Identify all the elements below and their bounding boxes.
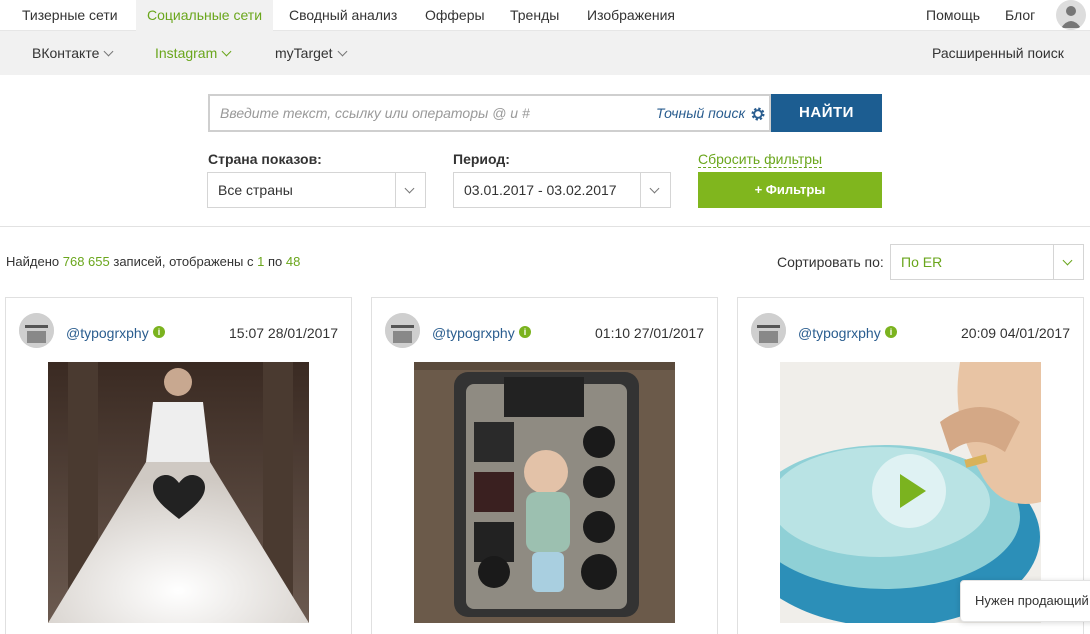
gear-icon[interactable] [750,106,766,122]
play-button[interactable] [872,454,946,528]
user-avatar[interactable] [751,313,786,348]
subnav-vkontakte-label: ВКонтакте [32,45,100,61]
username-link[interactable]: @typogrxphy [66,325,149,341]
nav-offers[interactable]: Офферы [414,0,496,31]
profile-image-icon [751,313,786,348]
exact-search-toggle[interactable]: Точный поиск [656,96,745,130]
reset-filters-link[interactable]: Сбросить фильтры [698,151,823,168]
nav-trends[interactable]: Тренды [499,0,570,31]
nav-social-networks[interactable]: Социальные сети [136,0,274,31]
sort-select[interactable]: По ER [890,244,1084,280]
chat-popup[interactable]: Нужен продающий л [960,580,1090,622]
chevron-down-icon [221,46,232,57]
profile-image-icon [19,313,54,348]
results-total: 768 655 [62,254,110,269]
chevron-down-icon [649,183,660,194]
nav-images[interactable]: Изображения [576,0,686,31]
post-image[interactable] [48,362,309,623]
nav-help[interactable]: Помощь [915,0,991,31]
country-select-value: Все страны [218,182,293,198]
nav-blog[interactable]: Блог [994,0,1046,31]
chevron-down-icon [404,183,415,194]
country-label: Страна показов: [208,151,322,167]
post-card[interactable]: @typogrxphy i 15:07 28/01/2017 [5,297,352,634]
post-time: 20:09 04/01/2017 [961,325,1070,341]
country-select[interactable]: Все страны [207,172,426,208]
period-select-value: 03.01.2017 - 03.02.2017 [464,182,617,198]
results-from: 1 [257,254,265,269]
sort-select-value: По ER [901,254,943,270]
post-image[interactable] [414,362,675,623]
add-filters-button[interactable]: + Фильтры [698,172,882,208]
advanced-search-link[interactable]: Расширенный поиск [932,31,1064,75]
results-prefix: Найдено [6,254,60,269]
chevron-down-icon [1062,255,1073,266]
subnav-instagram-label: Instagram [155,45,218,61]
sub-navigation: ВКонтакте Instagram myTarget Расширенный… [0,31,1090,75]
period-select-arrow [640,173,670,207]
subnav-instagram[interactable]: Instagram [155,31,232,75]
top-navigation: Тизерные сети Социальные сети Сводный ан… [0,0,1090,31]
country-select-arrow [395,173,425,207]
username-link[interactable]: @typogrxphy [798,325,881,341]
user-avatar-icon [1056,0,1086,30]
subnav-vkontakte[interactable]: ВКонтакте [32,31,114,75]
divider [0,226,1090,227]
period-select[interactable]: 03.01.2017 - 03.02.2017 [453,172,671,208]
heart-icon[interactable] [153,475,205,521]
user-avatar[interactable] [19,313,54,348]
results-to-word: по [268,254,283,269]
play-icon [900,474,926,508]
info-icon[interactable]: i [153,326,165,338]
camera-bag-baby-image [414,362,675,623]
post-time: 01:10 27/01/2017 [595,325,704,341]
subnav-mytarget[interactable]: myTarget [275,31,348,75]
results-summary: Найдено 768 655 записей, отображены с 1 … [6,254,300,269]
find-button[interactable]: НАЙТИ [771,94,882,132]
chevron-down-icon [337,46,348,57]
chevron-down-icon [103,46,114,57]
search-box: Точный поиск [208,94,771,132]
sort-label: Сортировать по: [777,254,884,270]
info-icon[interactable]: i [885,326,897,338]
post-time: 15:07 28/01/2017 [229,325,338,341]
subnav-mytarget-label: myTarget [275,45,333,61]
post-card[interactable]: @typogrxphy i 01:10 27/01/2017 [371,297,718,634]
username-link[interactable]: @typogrxphy [432,325,515,341]
user-avatar[interactable] [1056,0,1086,30]
period-label: Период: [453,151,510,167]
results-to: 48 [285,254,301,269]
nav-teaser-networks[interactable]: Тизерные сети [11,0,129,31]
results-middle: записей, отображены с [113,254,254,269]
info-icon[interactable]: i [519,326,531,338]
profile-image-icon [385,313,420,348]
search-input[interactable] [210,96,650,130]
sort-select-arrow [1053,245,1083,279]
user-avatar[interactable] [385,313,420,348]
nav-summary-analysis[interactable]: Сводный анализ [278,0,408,31]
